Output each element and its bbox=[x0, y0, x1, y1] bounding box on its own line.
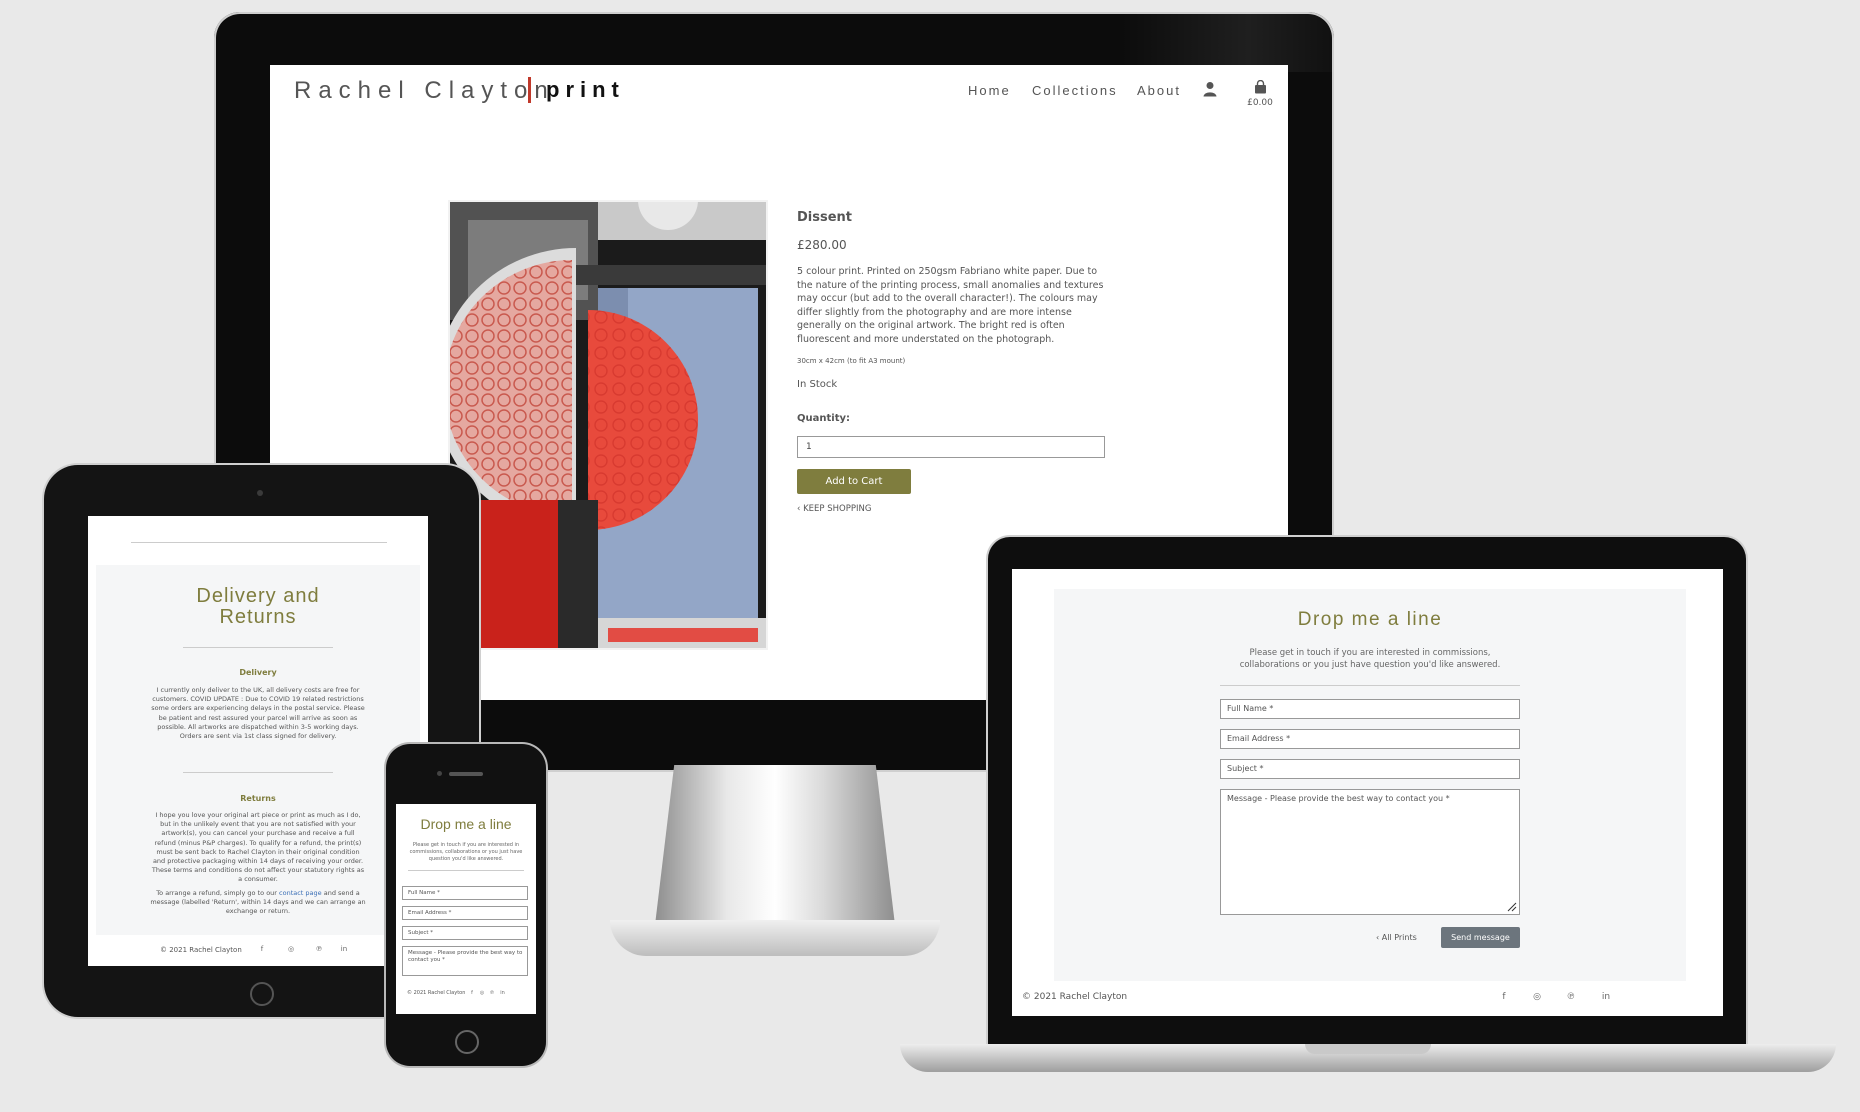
instagram-icon[interactable]: ◎ bbox=[1530, 992, 1544, 1002]
stock-status: In Stock bbox=[797, 379, 838, 390]
quantity-label: Quantity: bbox=[797, 413, 850, 424]
divider bbox=[131, 542, 387, 543]
phone-home-button[interactable] bbox=[455, 1030, 479, 1054]
shopping-bag-icon bbox=[1254, 80, 1267, 94]
delivery-text: I currently only deliver to the UK, all … bbox=[151, 686, 365, 741]
contact-title: Drop me a line bbox=[420, 816, 512, 832]
facebook-icon[interactable]: f bbox=[468, 990, 476, 996]
add-to-cart-button[interactable]: Add to Cart bbox=[797, 469, 911, 494]
nav-collections[interactable]: Collections bbox=[1032, 83, 1118, 98]
quantity-input[interactable]: 1 bbox=[797, 436, 1105, 458]
brand-name[interactable]: Rachel Clayton bbox=[294, 77, 555, 105]
copyright: © 2021 Rachel Clayton bbox=[160, 946, 242, 954]
divider bbox=[1220, 685, 1520, 686]
linkedin-icon[interactable]: in bbox=[1598, 992, 1614, 1002]
pinterest-icon[interactable]: ℗ bbox=[313, 945, 325, 953]
linkedin-icon[interactable]: in bbox=[498, 990, 507, 996]
tablet-home-button[interactable] bbox=[250, 982, 274, 1006]
message-field[interactable]: Message - Please provide the best way to… bbox=[402, 946, 528, 976]
product-size: 30cm x 42cm (to fit A3 mount) bbox=[797, 357, 906, 365]
refund-text: To arrange a refund, simply go to our co… bbox=[150, 889, 366, 917]
laptop-notch bbox=[1305, 1044, 1431, 1054]
all-prints-link[interactable]: ‹ All Prints bbox=[1376, 933, 1417, 942]
brand-divider bbox=[528, 77, 531, 103]
copyright: © 2021 Rachel Clayton bbox=[1022, 992, 1128, 1002]
all-prints-label: All Prints bbox=[1381, 933, 1417, 942]
contact-title: Drop me a line bbox=[1297, 609, 1443, 630]
delivery-heading: Delivery bbox=[239, 668, 277, 677]
pinterest-icon[interactable]: ℗ bbox=[1564, 992, 1578, 1002]
phone-screen: Drop me a line Please get in touch if yo… bbox=[396, 804, 536, 1014]
product-description: 5 colour print. Printed on 250gsm Fabria… bbox=[797, 266, 1104, 345]
cart-link[interactable]: £0.00 bbox=[1245, 79, 1275, 108]
brand-suffix[interactable]: print bbox=[546, 77, 625, 103]
copyright: © 2021 Rachel Clayton bbox=[407, 990, 466, 996]
facebook-icon[interactable]: f bbox=[256, 945, 268, 953]
resize-handle-icon[interactable] bbox=[1507, 902, 1517, 912]
keep-shopping-link[interactable]: ‹ KEEP SHOPPING bbox=[797, 504, 871, 514]
full-name-field[interactable]: Full Name * bbox=[1220, 699, 1520, 719]
contact-subtitle: Please get in touch if you are intereste… bbox=[1239, 648, 1501, 670]
pinterest-icon[interactable]: ℗ bbox=[488, 990, 496, 996]
tablet-screen: Delivery and Returns Delivery I currentl… bbox=[88, 516, 428, 966]
laptop-screen: Drop me a line Please get in touch if yo… bbox=[1012, 569, 1723, 1016]
user-icon[interactable] bbox=[1203, 81, 1217, 97]
divider bbox=[183, 647, 333, 648]
contact-subtitle: Please get in touch if you are intereste… bbox=[409, 842, 523, 862]
tablet-camera bbox=[257, 490, 263, 496]
nav-about[interactable]: About bbox=[1137, 83, 1181, 98]
instagram-icon[interactable]: ◎ bbox=[285, 945, 297, 953]
phone-speaker bbox=[449, 772, 483, 776]
refund-prefix: To arrange a refund, simply go to our bbox=[156, 889, 280, 897]
linkedin-icon[interactable]: in bbox=[337, 945, 351, 953]
facebook-icon[interactable]: f bbox=[1497, 992, 1511, 1002]
subject-field[interactable]: Subject * bbox=[402, 926, 528, 940]
monitor-stand bbox=[655, 765, 895, 925]
divider bbox=[408, 870, 524, 871]
returns-heading: Returns bbox=[240, 794, 276, 803]
keep-shopping-label: KEEP SHOPPING bbox=[803, 504, 872, 514]
email-field[interactable]: Email Address * bbox=[1220, 729, 1520, 749]
product-image[interactable] bbox=[448, 200, 768, 650]
returns-text: I hope you love your original art piece … bbox=[151, 811, 365, 884]
send-message-button[interactable]: Send message bbox=[1441, 927, 1520, 948]
monitor-glare bbox=[1120, 12, 1334, 72]
message-field[interactable]: Message - Please provide the best way to… bbox=[1220, 789, 1520, 915]
divider bbox=[183, 772, 333, 773]
nav-home[interactable]: Home bbox=[968, 83, 1011, 98]
subject-field[interactable]: Subject * bbox=[1220, 759, 1520, 779]
instagram-icon[interactable]: ◎ bbox=[478, 990, 486, 996]
email-field[interactable]: Email Address * bbox=[402, 906, 528, 920]
phone-camera bbox=[437, 771, 442, 776]
contact-panel: Drop me a line Please get in touch if yo… bbox=[1054, 589, 1686, 981]
full-name-field[interactable]: Full Name * bbox=[402, 886, 528, 900]
cart-total: £0.00 bbox=[1247, 98, 1273, 108]
monitor-stand-base bbox=[610, 920, 940, 956]
product-title: Dissent bbox=[797, 210, 853, 225]
product-price: £280.00 bbox=[797, 238, 847, 252]
contact-page-link[interactable]: contact page bbox=[279, 889, 322, 897]
page-title: Delivery and Returns bbox=[196, 585, 320, 628]
